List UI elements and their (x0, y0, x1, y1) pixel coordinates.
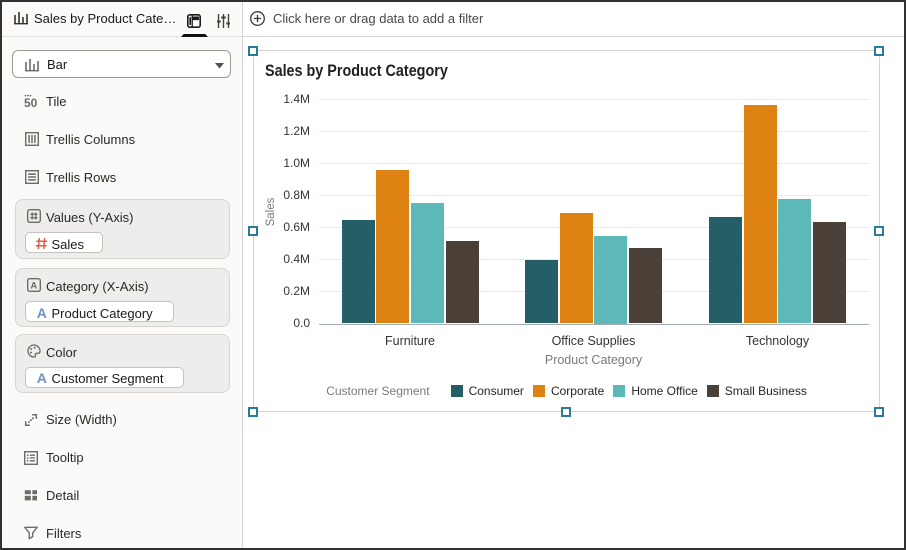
svg-text:A: A (36, 371, 46, 384)
svg-text:50: 50 (24, 96, 38, 108)
svg-text:A: A (36, 306, 46, 319)
svg-text:A: A (30, 281, 37, 292)
